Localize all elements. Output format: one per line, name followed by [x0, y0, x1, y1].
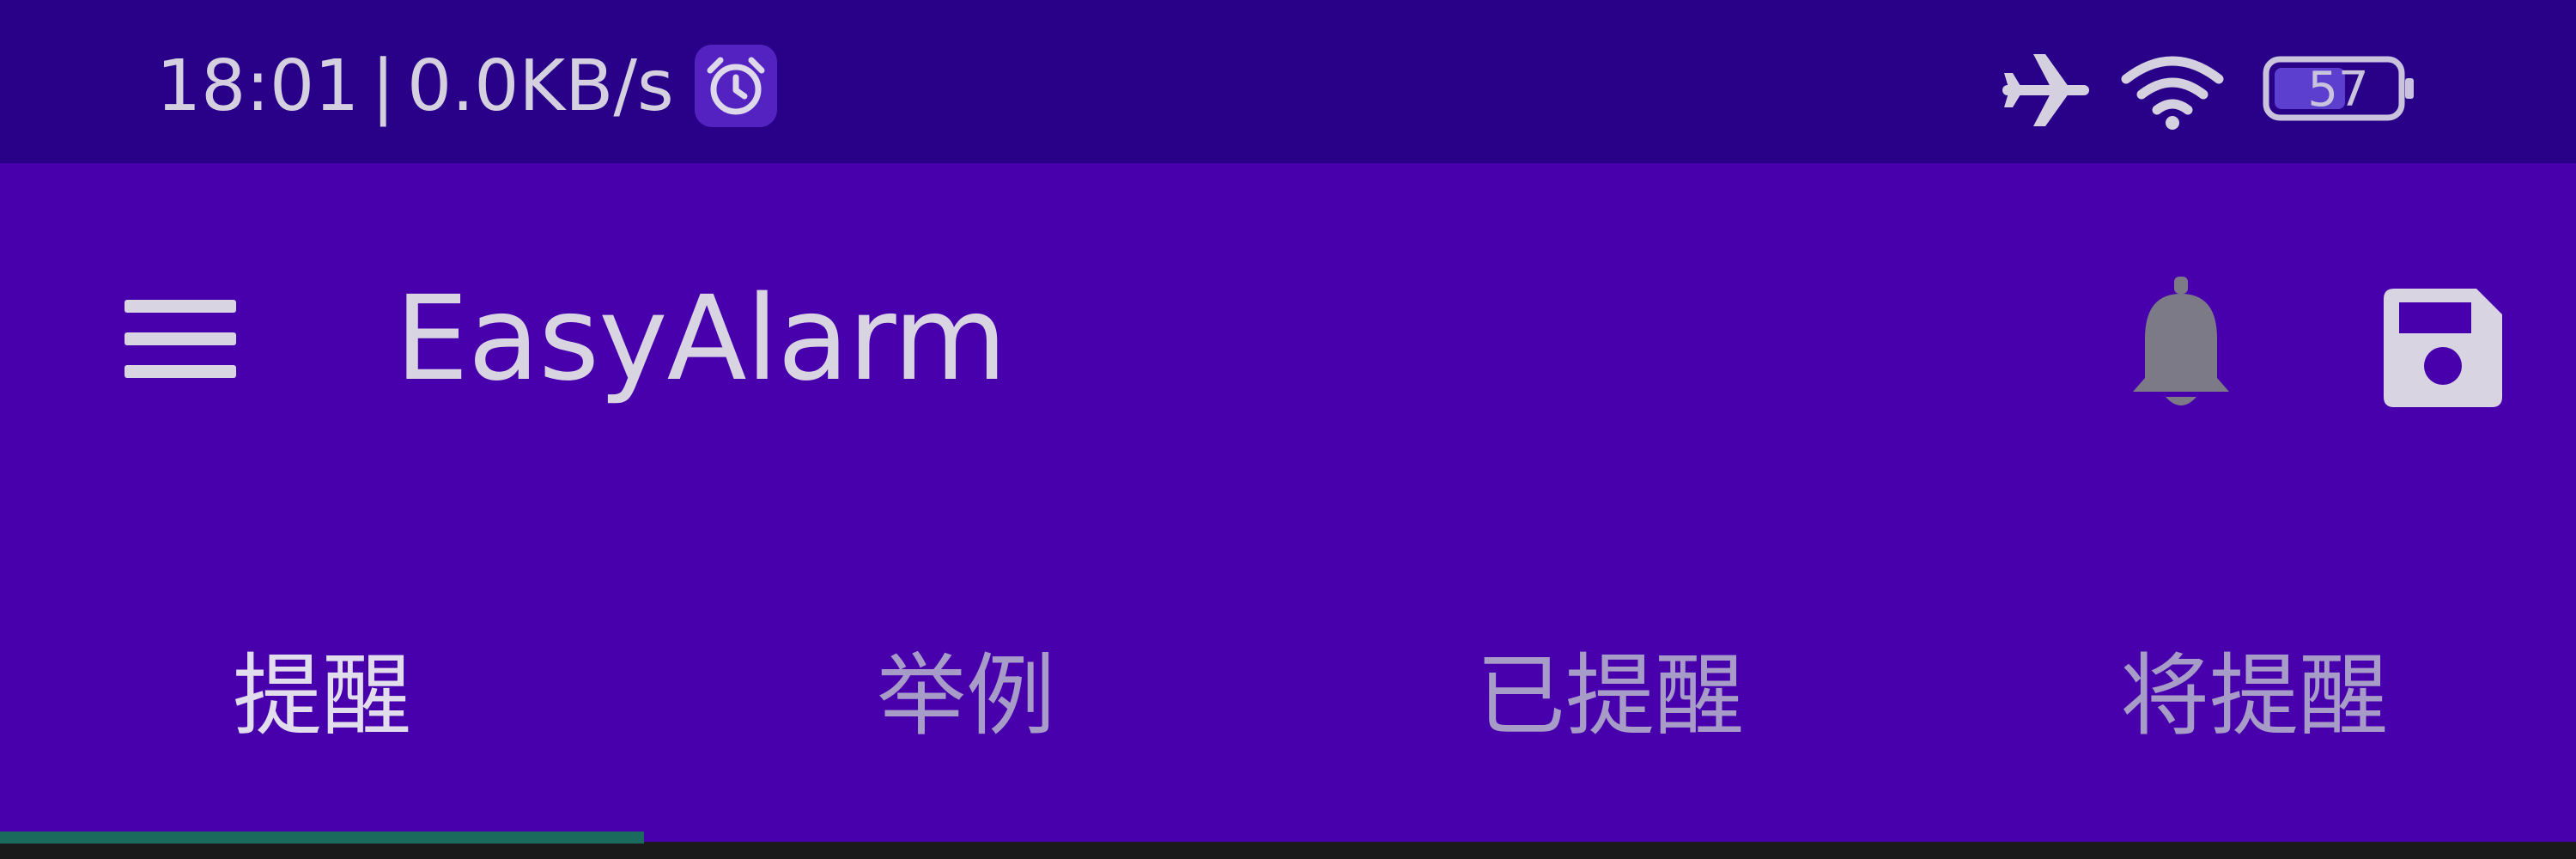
status-left-group: 18:01 | 0.0KB/s — [156, 43, 777, 129]
save-icon — [2384, 289, 2502, 407]
active-tab-indicator — [0, 832, 644, 844]
alarm-clock-icon — [694, 45, 777, 127]
content-area — [0, 844, 2576, 859]
notifications-button[interactable] — [2121, 275, 2241, 412]
status-separator: | — [371, 45, 395, 127]
status-bar: 18:01 | 0.0KB/s 57 — [0, 0, 2576, 163]
save-button[interactable] — [2379, 283, 2507, 412]
menu-icon — [125, 300, 236, 378]
app-title: EasyAlarm — [395, 271, 1007, 407]
tab-label: 将提醒 — [2119, 643, 2388, 748]
tab-label: 提醒 — [232, 643, 411, 748]
menu-button[interactable] — [116, 288, 245, 391]
status-net-speed: 0.0KB/s — [406, 45, 674, 127]
status-time: 18:01 — [156, 45, 360, 127]
tab-reminders[interactable]: 提醒 — [0, 584, 644, 790]
battery-level: 57 — [2307, 61, 2369, 118]
tab-bar: 提醒 举例 已提醒 将提醒 — [0, 584, 2576, 790]
bell-icon — [2133, 277, 2229, 405]
app-screen: 18:01 | 0.0KB/s 57 EasyAlarm 提醒 举例 已提醒 将… — [0, 0, 2576, 859]
tab-label: 已提醒 — [1475, 643, 1744, 748]
tab-label: 举例 — [876, 643, 1055, 748]
airplane-icon — [2001, 47, 2091, 133]
wifi-icon — [2121, 50, 2224, 131]
tab-reminded[interactable]: 已提醒 — [1288, 584, 1932, 790]
tab-examples[interactable]: 举例 — [644, 584, 1288, 790]
tab-upcoming[interactable]: 将提醒 — [1932, 584, 2576, 790]
